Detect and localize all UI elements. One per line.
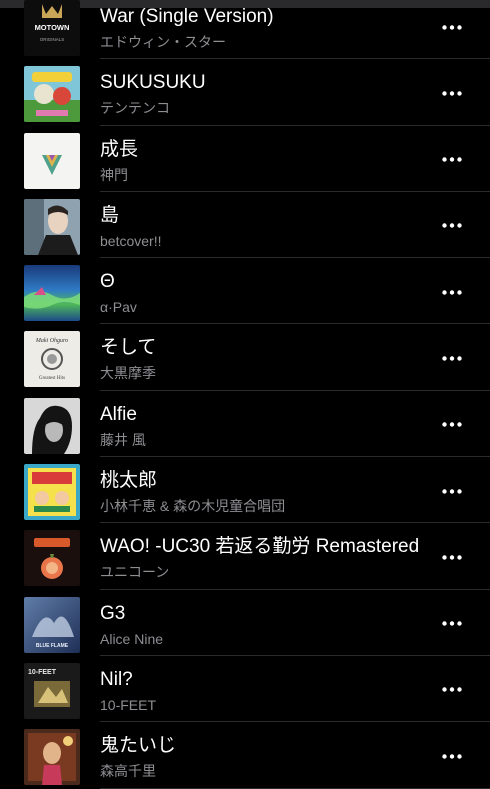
- song-artist: 藤井 風: [100, 431, 146, 448]
- song-row[interactable]: WAO! -UC30 若返る勤労 Remastered ユニコーン: [0, 523, 490, 590]
- song-title: そして: [100, 337, 157, 359]
- more-options-button[interactable]: [432, 608, 472, 640]
- art-text: ORIGINALS: [40, 37, 65, 42]
- more-options-button[interactable]: [432, 276, 472, 308]
- song-row[interactable]: SUKUSUKU テンテンコ: [0, 59, 490, 126]
- more-options-button[interactable]: [432, 740, 472, 772]
- album-art: [24, 729, 80, 786]
- ellipsis-icon: [442, 289, 462, 295]
- art-text: BLUE FLAME: [36, 643, 69, 649]
- album-art: [24, 265, 80, 322]
- ellipsis-icon: [442, 555, 462, 560]
- album-art: [24, 397, 80, 454]
- song-title: 桃太郎: [100, 470, 158, 492]
- song-row[interactable]: 鬼たいじ 森高千里: [0, 722, 490, 789]
- more-options-button[interactable]: [432, 342, 472, 374]
- song-row[interactable]: 10-FEET Nil? 10-FEET: [0, 656, 490, 723]
- song-artist: Alice Nine: [100, 630, 164, 647]
- ellipsis-icon: [442, 356, 462, 361]
- song-title: Alfie: [100, 403, 137, 425]
- song-artist: 大黒摩季: [100, 365, 156, 382]
- song-title: 鬼たいじ: [100, 735, 177, 757]
- more-options-button[interactable]: [432, 210, 472, 242]
- ellipsis-icon: [442, 422, 462, 427]
- ellipsis-icon: [442, 223, 462, 229]
- album-art: 10-FEET: [24, 662, 80, 719]
- more-options-button[interactable]: [432, 541, 472, 573]
- ellipsis-icon: [442, 157, 462, 162]
- song-artist: betcover!!: [100, 232, 162, 249]
- ellipsis-icon: [442, 91, 462, 96]
- ellipsis-icon: [442, 754, 462, 759]
- song-row[interactable]: 島 betcover!!: [0, 192, 490, 259]
- song-list: MOTOWN ORIGINALS War (Single Version) エド…: [0, 0, 490, 789]
- song-row[interactable]: 成長 神門: [0, 126, 490, 193]
- song-artist: エドウィン・スター: [100, 34, 226, 50]
- song-artist: α·Pav: [100, 299, 137, 316]
- ellipsis-icon: [442, 24, 462, 30]
- more-options-button[interactable]: [432, 674, 472, 706]
- album-art: MOTOWN ORIGINALS: [24, 0, 80, 56]
- album-art: [24, 198, 80, 255]
- album-art: [24, 464, 80, 521]
- art-text: MOTOWN: [35, 23, 70, 32]
- art-text: Maki Ohguro: [35, 338, 68, 344]
- song-row[interactable]: Alfie 藤井 風: [0, 391, 490, 458]
- more-options-button[interactable]: [432, 144, 472, 176]
- song-row[interactable]: BLUE FLAME G3 Alice Nine: [0, 590, 490, 657]
- song-title: Θ: [100, 271, 115, 293]
- song-artist: 神門: [100, 166, 128, 183]
- song-title: WAO! -UC30 若返る勤労 Remastered: [100, 536, 420, 558]
- more-options-button[interactable]: [432, 77, 472, 109]
- song-title: 島: [100, 204, 120, 226]
- song-title: 成長: [100, 138, 139, 160]
- song-artist: テンテンコ: [100, 100, 170, 117]
- art-text: 10-FEET: [28, 669, 57, 676]
- art-text: Greatest Hits: [39, 376, 65, 381]
- album-art: Maki Ohguro Greatest Hits: [24, 331, 80, 388]
- ellipsis-icon: [442, 488, 462, 494]
- song-row[interactable]: Θ α·Pav: [0, 258, 490, 325]
- more-options-button[interactable]: [432, 11, 472, 43]
- album-art: [24, 530, 80, 587]
- song-artist: 10-FEET: [100, 696, 157, 713]
- album-art: [24, 132, 80, 189]
- song-title: War (Single Version): [100, 6, 274, 27]
- ellipsis-icon: [442, 687, 462, 693]
- song-title: Nil?: [100, 668, 133, 690]
- song-title: SUKUSUKU: [100, 72, 206, 94]
- song-artist: 小林千恵 & 森の木児童合唱団: [100, 498, 286, 515]
- song-row[interactable]: MOTOWN ORIGINALS War (Single Version) エド…: [0, 0, 490, 60]
- more-options-button[interactable]: [432, 409, 472, 441]
- song-row[interactable]: 桃太郎 小林千恵 & 森の木児童合唱団: [0, 457, 490, 524]
- album-art: [24, 66, 80, 123]
- song-artist: ユニコーン: [100, 564, 170, 581]
- more-options-button[interactable]: [432, 475, 472, 507]
- song-row[interactable]: Maki Ohguro Greatest Hits そして 大黒摩季: [0, 324, 490, 392]
- ellipsis-icon: [442, 621, 462, 626]
- song-title: G3: [100, 602, 126, 624]
- album-art: BLUE FLAME: [24, 596, 80, 653]
